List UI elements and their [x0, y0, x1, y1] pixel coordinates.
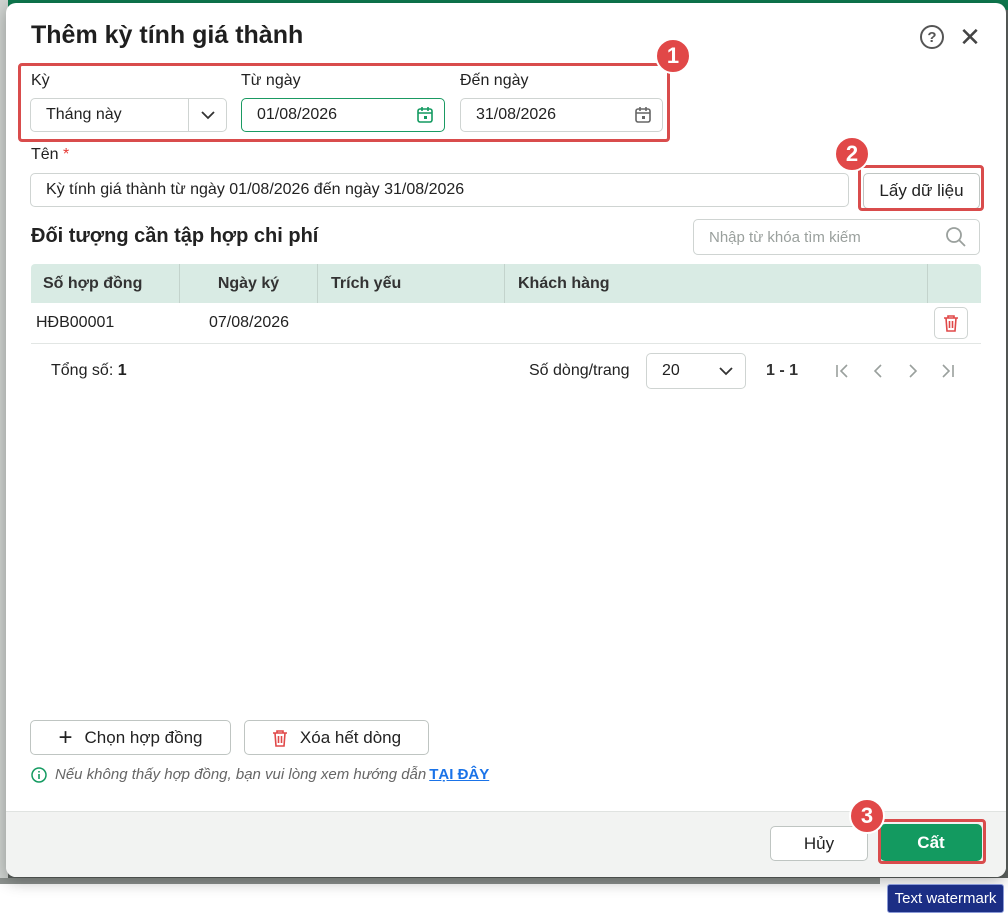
name-label-text: Tên	[31, 146, 59, 163]
background-scrollbar	[0, 878, 880, 884]
column-header-actions	[928, 264, 981, 303]
pager-total-value: 1	[117, 362, 127, 379]
trash-icon	[944, 315, 958, 332]
first-page-icon[interactable]	[833, 360, 853, 382]
contracts-table: Số hợp đồng Ngày ký Trích yếu Khách hàng…	[31, 264, 981, 344]
pager-total-label: Tổng số:	[51, 362, 114, 379]
delete-all-rows-button[interactable]: Xóa hết dòng	[244, 720, 429, 755]
cell-customer	[505, 303, 928, 343]
column-header: Khách hàng	[505, 264, 928, 303]
help-icon[interactable]: ?	[920, 25, 944, 49]
text-watermark: Text watermark	[887, 884, 1004, 913]
pager-total: Tổng số: 1	[51, 362, 127, 380]
highlight-box-1	[18, 63, 670, 142]
hint-text: Nếu không thấy hợp đồng, bạn vui lòng xe…	[31, 766, 489, 783]
rows-per-page-value: 20	[662, 362, 680, 379]
highlight-box-2	[858, 165, 984, 211]
name-input-value: Kỳ tính giá thành từ ngày 01/08/2026 đến…	[46, 181, 465, 198]
trash-icon	[272, 729, 287, 747]
choose-contract-button[interactable]: + Chọn hợp đồng	[30, 720, 231, 755]
add-cost-period-dialog: Thêm kỳ tính giá thành ? ✕ Kỳ Tháng này …	[6, 3, 1006, 877]
last-page-icon[interactable]	[937, 360, 957, 382]
search-icon[interactable]	[945, 226, 967, 248]
chevron-down-icon	[719, 366, 733, 375]
cell-sign-date: 07/08/2026	[208, 314, 290, 331]
table-row[interactable]: HĐB00001 07/08/2026	[31, 303, 981, 344]
plus-icon: +	[58, 723, 73, 751]
step-badge-2: 2	[834, 136, 870, 172]
next-page-icon[interactable]	[903, 360, 923, 382]
delete-all-rows-label: Xóa hết dòng	[299, 727, 402, 747]
step-badge-3: 3	[849, 798, 885, 834]
cancel-button[interactable]: Hủy	[770, 826, 868, 861]
table-header: Số hợp đồng Ngày ký Trích yếu Khách hàng	[31, 264, 981, 303]
column-header: Số hợp đồng	[31, 264, 180, 303]
section-title: Đối tượng cần tập hợp chi phí	[31, 225, 319, 247]
dialog-title: Thêm kỳ tính giá thành	[31, 21, 304, 49]
cell-actions	[928, 303, 981, 343]
required-mark: *	[63, 146, 70, 163]
delete-row-button[interactable]	[934, 307, 968, 339]
column-header: Ngày ký	[180, 264, 318, 303]
rows-per-page-label: Số dòng/trang	[529, 362, 630, 379]
previous-page-icon[interactable]	[868, 360, 888, 382]
close-icon[interactable]: ✕	[958, 23, 982, 51]
highlight-box-3	[878, 819, 986, 864]
rows-per-page-select[interactable]: 20	[646, 353, 746, 389]
step-badge-1: 1	[655, 38, 691, 74]
name-input[interactable]: Kỳ tính giá thành từ ngày 01/08/2026 đến…	[30, 173, 849, 207]
hint-message: Nếu không thấy hợp đồng, bạn vui lòng xe…	[55, 766, 427, 783]
search-placeholder: Nhập từ khóa tìm kiếm	[709, 228, 861, 246]
choose-contract-label: Chọn hợp đồng	[84, 727, 203, 747]
pager-range: 1 - 1	[766, 362, 799, 379]
info-icon	[31, 766, 47, 783]
cell-contract-number: HĐB00001	[36, 314, 115, 331]
column-header: Trích yếu	[318, 264, 505, 303]
search-input[interactable]: Nhập từ khóa tìm kiếm	[693, 219, 980, 255]
name-label: Tên *	[31, 146, 69, 164]
cell-summary	[318, 303, 505, 343]
hint-link[interactable]: TẠI ĐÂY	[429, 766, 489, 783]
